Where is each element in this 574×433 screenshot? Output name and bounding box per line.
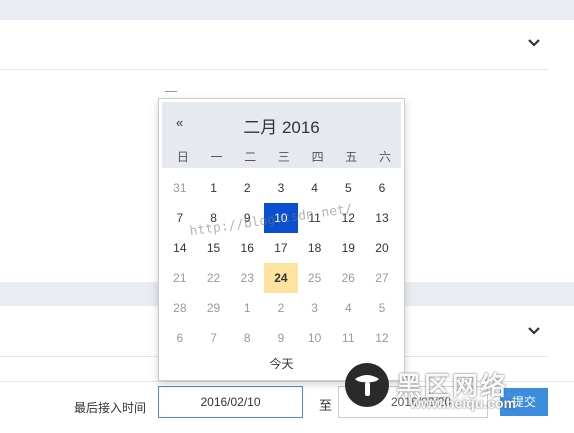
day-cell[interactable]: 28 [163,293,197,323]
day-cell[interactable]: 18 [298,233,332,263]
day-cell[interactable]: 27 [365,263,399,293]
weekday-label: 一 [210,150,223,164]
day-cell[interactable]: 5 [331,173,365,203]
chevron-down-icon[interactable] [528,327,540,335]
weekday-header: 日一二三四五六 [166,148,402,165]
day-cell[interactable]: 13 [365,203,399,233]
week-row: 6 7 8 9 10 11 12 [163,323,399,353]
day-cell[interactable]: 21 [163,263,197,293]
day-grid: 31 1 2 3 4 5 6 7 8 9 10 11 12 13 14 15 16 17 18 19 20 21 22 23 2… [163,173,399,353]
day-cell[interactable]: 4 [298,173,332,203]
day-cell[interactable]: 2 [264,293,298,323]
chevron-down-icon[interactable] [528,39,540,47]
day-cell[interactable]: 6 [163,323,197,353]
panel-top-header [0,20,548,70]
datepicker: « 二月 2016 日一二三四五六 31 1 2 3 4 5 6 7 8 9 10 11 12 13 14 1… [158,98,405,381]
day-cell[interactable]: 12 [365,323,399,353]
weekday-label: 日 [176,150,189,164]
day-cell[interactable]: 1 [197,173,231,203]
last-access-label: 最后接入时间 [74,401,147,415]
weekday-label: 四 [311,150,324,164]
day-cell[interactable]: 10 [298,323,332,353]
week-row: 31 1 2 3 4 5 6 [163,173,399,203]
start-date-input[interactable]: 2016/02/10 [158,386,303,418]
week-row: 28 29 1 2 3 4 5 [163,293,399,323]
site-logo-url: www.heiqu.com [410,395,517,411]
day-cell[interactable]: 20 [365,233,399,263]
divider [165,91,177,92]
day-cell[interactable]: 2 [230,173,264,203]
day-cell[interactable]: 1 [230,293,264,323]
day-cell[interactable]: 7 [197,323,231,353]
day-cell[interactable]: 22 [197,263,231,293]
day-cell[interactable]: 25 [298,263,332,293]
day-cell[interactable]: 16 [230,233,264,263]
datepicker-header: « 二月 2016 日一二三四五六 [162,102,401,168]
day-cell[interactable]: 29 [197,293,231,323]
week-row: 21 22 23 24 25 26 27 [163,263,399,293]
day-cell[interactable]: 23 [230,263,264,293]
to-separator: 至 [319,398,333,413]
day-cell[interactable]: 5 [365,293,399,323]
day-cell[interactable]: 6 [365,173,399,203]
day-cell[interactable]: 11 [331,323,365,353]
weekday-label: 三 [277,150,290,164]
site-logo-icon [345,363,389,407]
month-title[interactable]: 二月 2016 [162,113,401,138]
day-cell[interactable]: 9 [264,323,298,353]
day-cell[interactable]: 4 [331,293,365,323]
day-cell[interactable]: 3 [264,173,298,203]
today-day[interactable]: 24 [264,263,298,293]
day-cell[interactable]: 3 [298,293,332,323]
day-cell[interactable]: 31 [163,173,197,203]
day-cell[interactable]: 8 [230,323,264,353]
day-cell[interactable]: 17 [264,233,298,263]
weekday-label: 五 [345,150,358,164]
day-cell[interactable]: 19 [331,233,365,263]
weekday-label: 二 [244,150,257,164]
day-cell[interactable]: 26 [331,263,365,293]
weekday-label: 六 [378,150,391,164]
